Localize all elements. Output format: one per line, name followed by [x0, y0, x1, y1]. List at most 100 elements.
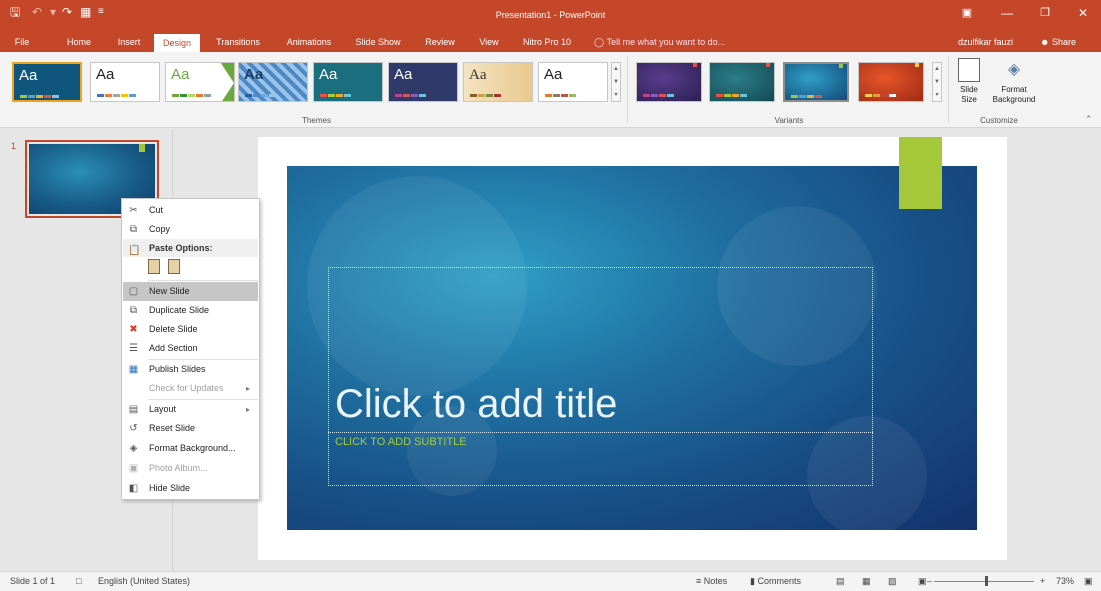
menu-item-label: New Slide: [149, 286, 190, 296]
paint-bucket-icon: ◈: [1007, 61, 1021, 78]
normal-view-icon[interactable]: ▤: [836, 572, 845, 591]
themes-gallery-scroll[interactable]: ▲ ▼ ▾: [611, 62, 621, 102]
spell-check-icon[interactable]: □: [76, 572, 81, 591]
slide-size-icon: [958, 58, 980, 82]
tab-design[interactable]: Design: [154, 34, 200, 52]
paste-options-header: 📋 Paste Options:: [123, 239, 258, 257]
theme-ion-boardroom[interactable]: Aa: [388, 62, 458, 102]
menu-item-label: Duplicate Slide: [149, 305, 210, 315]
menu-item-format-background[interactable]: ◈ Format Background...: [123, 439, 258, 458]
context-menu: ✂ Cut ⧉ Copy 📋 Paste Options: ▢ New Slid…: [121, 198, 260, 500]
theme-aa-text: Aa: [244, 66, 264, 83]
customize-group-label: Customize: [980, 116, 1018, 125]
tab-slide-show[interactable]: Slide Show: [350, 34, 406, 52]
tab-home[interactable]: Home: [62, 34, 96, 52]
notes-button[interactable]: ≡ Notes: [696, 572, 727, 591]
tab-view[interactable]: View: [474, 34, 504, 52]
slide-sorter-icon[interactable]: ▦: [862, 572, 871, 591]
user-name[interactable]: dzulfikar fauzi: [958, 34, 1013, 51]
tab-nitro-pro[interactable]: Nitro Pro 10: [518, 34, 576, 52]
zoom-out-icon[interactable]: –: [927, 572, 932, 591]
tab-transitions[interactable]: Transitions: [210, 34, 266, 52]
theme-aa-text: Aa: [96, 66, 115, 83]
photo-album-icon: ▣: [128, 463, 139, 474]
ribbon-tabs: File Home Insert Design Transitions Anim…: [0, 34, 1101, 52]
theme-retrospect[interactable]: Aa: [538, 62, 608, 102]
menu-item-photo-album[interactable]: ▣ Photo Album...: [123, 459, 258, 478]
reading-view-icon[interactable]: ▧: [888, 572, 897, 591]
variant-teal[interactable]: [709, 62, 775, 102]
ribbon-display-options-icon[interactable]: ▣: [950, 4, 984, 22]
menu-item-label: Layout: [149, 404, 177, 414]
zoom-in-icon[interactable]: +: [1040, 572, 1045, 591]
submenu-arrow-icon: ▸: [245, 405, 250, 414]
placeholder-divider: [328, 432, 873, 433]
lightbulb-icon: ◯: [594, 37, 607, 47]
tab-insert[interactable]: Insert: [112, 34, 146, 52]
menu-item-check-for-updates[interactable]: Check for Updates ▸: [123, 379, 258, 398]
menu-item-label: Reset Slide: [149, 423, 196, 433]
collapse-ribbon-icon[interactable]: ⌃: [1085, 114, 1093, 125]
paste-options-label: Paste Options:: [149, 243, 213, 253]
title-subtitle-placeholder[interactable]: [328, 267, 873, 486]
menu-item-delete-slide[interactable]: ✖ Delete Slide: [123, 320, 258, 339]
menu-item-copy[interactable]: ⧉ Copy: [123, 220, 258, 239]
variants-gallery-scroll[interactable]: ▲ ▼ ▾: [932, 62, 942, 102]
tab-review[interactable]: Review: [420, 34, 460, 52]
comments-button[interactable]: ▮ Comments: [750, 572, 801, 591]
language-indicator[interactable]: English (United States): [98, 572, 190, 591]
menu-item-duplicate-slide[interactable]: ⧉ Duplicate Slide: [123, 301, 258, 320]
theme-office[interactable]: Aa: [90, 62, 160, 102]
theme-ion[interactable]: Aa: [313, 62, 383, 102]
group-separator: [948, 56, 949, 122]
person-icon: ☻: [1040, 37, 1052, 47]
slide-show-icon[interactable]: ▣: [918, 572, 927, 591]
theme-organic[interactable]: Aa: [463, 62, 533, 102]
menu-item-reset-slide[interactable]: ↺ Reset Slide: [123, 419, 258, 438]
share-button[interactable]: ☻ Share: [1040, 34, 1076, 51]
tab-file[interactable]: File: [10, 34, 34, 52]
format-background-label: Format Background: [992, 85, 1036, 104]
variant-purple[interactable]: [636, 62, 702, 102]
menu-item-new-slide[interactable]: ▢ New Slide: [123, 282, 258, 301]
variant-orange[interactable]: [858, 62, 924, 102]
format-background-button[interactable]: ◈ Format Background: [986, 58, 1042, 105]
theme-integral[interactable]: Aa: [238, 62, 308, 102]
tell-me-box[interactable]: ◯ Tell me what you want to do...: [594, 34, 725, 51]
menu-separator: [148, 280, 258, 281]
subtitle-placeholder[interactable]: CLICK TO ADD SUBTITLE: [335, 436, 467, 449]
tab-animations[interactable]: Animations: [280, 34, 338, 52]
theme-facet[interactable]: Aa: [165, 62, 235, 102]
layout-icon: ▤: [128, 404, 139, 415]
zoom-level[interactable]: 73%: [1056, 572, 1074, 591]
menu-item-hide-slide[interactable]: ◧ Hide Slide: [123, 479, 258, 498]
close-icon[interactable]: ✕: [1066, 4, 1100, 22]
paste-keep-source-formatting-icon[interactable]: [148, 259, 160, 274]
clipboard-icon: 📋: [128, 245, 141, 256]
menu-item-layout[interactable]: ▤ Layout ▸: [123, 400, 258, 419]
comments-label: Comments: [757, 576, 801, 586]
paste-picture-icon[interactable]: [168, 259, 180, 274]
status-bar: Slide 1 of 1 □ English (United States) ≡…: [0, 571, 1101, 591]
menu-item-cut[interactable]: ✂ Cut: [123, 201, 258, 220]
fit-slide-icon[interactable]: ▣: [1084, 572, 1093, 591]
scissors-icon: ✂: [129, 205, 138, 216]
thumbnail-accent-flag: [139, 144, 145, 152]
menu-item-publish-slides[interactable]: ▦ Publish Slides: [123, 360, 258, 379]
delete-slide-icon: ✖: [129, 324, 138, 335]
theme-current[interactable]: Aa: [12, 62, 82, 102]
minimize-icon[interactable]: —: [990, 4, 1024, 22]
title-placeholder[interactable]: Click to add title: [335, 381, 617, 427]
menu-item-add-section[interactable]: ☰ Add Section: [123, 339, 258, 358]
slide-size-button[interactable]: Slide Size: [954, 58, 984, 105]
zoom-slider-thumb[interactable]: [985, 576, 988, 586]
copy-icon: ⧉: [129, 224, 138, 235]
variant-blue-selected[interactable]: [783, 62, 849, 102]
hide-slide-icon: ◧: [128, 483, 139, 494]
zoom-slider-track[interactable]: [934, 581, 1034, 582]
slide-count[interactable]: Slide 1 of 1: [10, 572, 55, 591]
theme-aa-text: Aa: [319, 66, 338, 83]
notes-label: Notes: [703, 576, 728, 586]
submenu-arrow-icon: ▸: [245, 384, 250, 393]
maximize-icon[interactable]: ❐: [1028, 4, 1062, 22]
